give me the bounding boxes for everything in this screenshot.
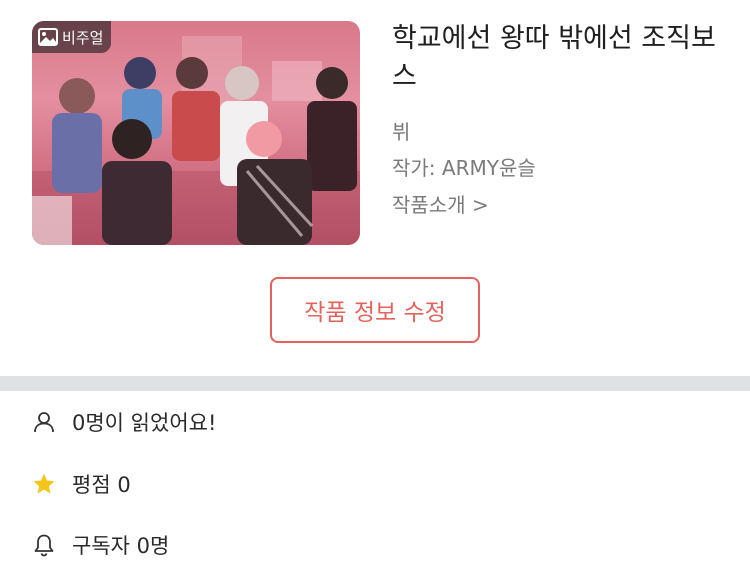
user-icon — [34, 412, 54, 433]
visual-badge: 비주얼 — [32, 21, 112, 53]
work-intro-link[interactable]: 작품소개 > — [392, 189, 489, 218]
rating-stat: 평점 0 — [32, 469, 131, 499]
star-icon — [33, 473, 55, 494]
work-character: 뷔 — [392, 120, 411, 144]
image-icon — [38, 28, 58, 46]
work-title: 학교에선 왕따 밖에선 조직보스 — [392, 23, 716, 92]
subscribers-stat: 구독자 0명 — [32, 530, 169, 560]
subscribers-count: 구독자 0명 — [72, 534, 170, 558]
cover-image[interactable] — [32, 21, 360, 245]
work-detail-page: 비주얼 학교에선 왕따 밖에선 조직보스 뷔 작가: ARMY윤슬 작품소개 >… — [0, 0, 750, 562]
readers-count: 0명이 읽었어요! — [72, 411, 217, 435]
work-author[interactable]: 작가: ARMY윤슬 — [392, 152, 536, 181]
visual-badge-label: 비주얼 — [62, 28, 104, 47]
work-header: 비주얼 학교에선 왕따 밖에선 조직보스 뷔 작가: ARMY윤슬 작품소개 >… — [0, 0, 750, 376]
bell-icon — [34, 534, 54, 557]
rating-value: 평점 0 — [72, 473, 131, 497]
section-divider — [0, 376, 750, 391]
cover-illustration — [32, 36, 360, 245]
edit-work-info-button[interactable]: 작품 정보 수정 — [270, 277, 480, 343]
readers-stat: 0명이 읽었어요! — [32, 407, 216, 437]
